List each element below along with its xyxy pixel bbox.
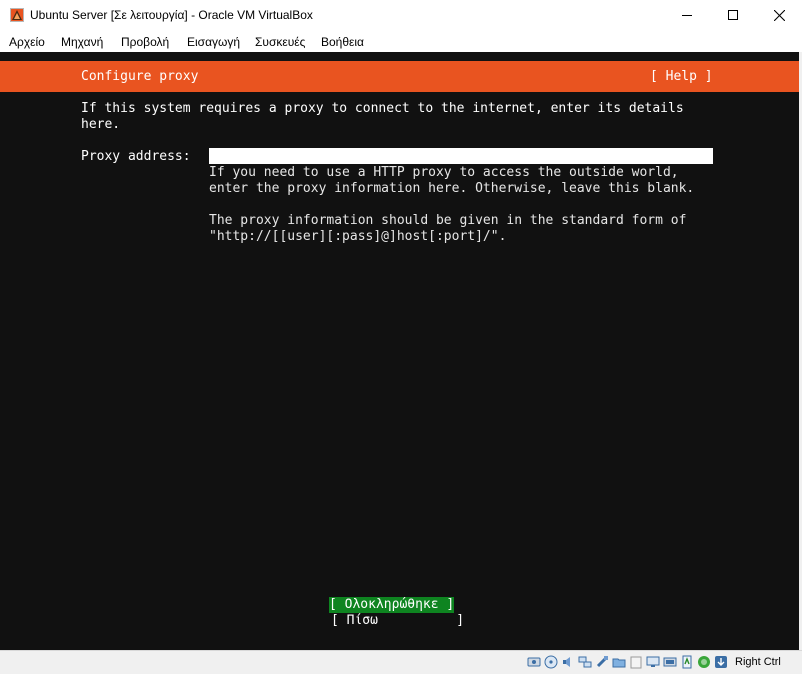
keyboard-icon[interactable]: [713, 654, 728, 669]
minimize-icon: [682, 15, 692, 16]
done-button[interactable]: [ Ολοκληρώθηκε ]: [329, 597, 455, 613]
window-title: Ubuntu Server [Σε λειτουργία] - Oracle V…: [30, 8, 313, 22]
menu-devices[interactable]: Συσκευές: [255, 35, 305, 49]
proxy-address-label: Proxy address:: [81, 149, 191, 164]
page-title: Configure proxy: [81, 69, 199, 84]
minimize-button[interactable]: [664, 0, 710, 30]
close-button[interactable]: [756, 0, 802, 30]
proxy-help-text: If you need to use a HTTP proxy to acces…: [209, 165, 695, 244]
vm-screen[interactable]: Configure proxy [ Help ] If this system …: [0, 52, 802, 650]
menu-file[interactable]: Αρχείο: [9, 35, 45, 49]
menu-help[interactable]: Βοήθεια: [321, 35, 364, 49]
audio-icon[interactable]: [560, 654, 575, 669]
network-icon[interactable]: [577, 654, 592, 669]
usb-icon[interactable]: [594, 654, 609, 669]
display-icon[interactable]: [645, 654, 660, 669]
status-icons: [526, 654, 728, 669]
close-icon: [773, 9, 785, 21]
clipboard-icon[interactable]: [628, 654, 643, 669]
hard-disk-icon[interactable]: [526, 654, 541, 669]
menu-bar: Αρχείο Μηχανή Προβολή Εισαγωγή Συσκευές …: [0, 30, 802, 52]
proxy-address-input[interactable]: [209, 148, 713, 164]
window-titlebar: Ubuntu Server [Σε λειτουργία] - Oracle V…: [0, 0, 802, 30]
mouse-integration-icon[interactable]: [696, 654, 711, 669]
menu-view[interactable]: Προβολή: [121, 35, 169, 49]
back-button[interactable]: [ Πίσω ]: [331, 613, 464, 629]
host-key-label: Right Ctrl: [735, 656, 781, 668]
menu-input[interactable]: Εισαγωγή: [187, 35, 240, 49]
menu-machine[interactable]: Μηχανή: [61, 35, 103, 49]
status-bar: Right Ctrl: [0, 650, 802, 674]
optical-drive-icon[interactable]: [543, 654, 558, 669]
maximize-icon: [728, 10, 738, 20]
help-button[interactable]: [ Help ]: [650, 69, 713, 85]
maximize-button[interactable]: [710, 0, 756, 30]
intro-text: If this system requires a proxy to conne…: [81, 101, 684, 132]
shared-folders-icon[interactable]: [611, 654, 626, 669]
recording-icon[interactable]: [662, 654, 677, 669]
cpu-icon[interactable]: [679, 654, 694, 669]
virtualbox-app-icon: [9, 7, 25, 23]
